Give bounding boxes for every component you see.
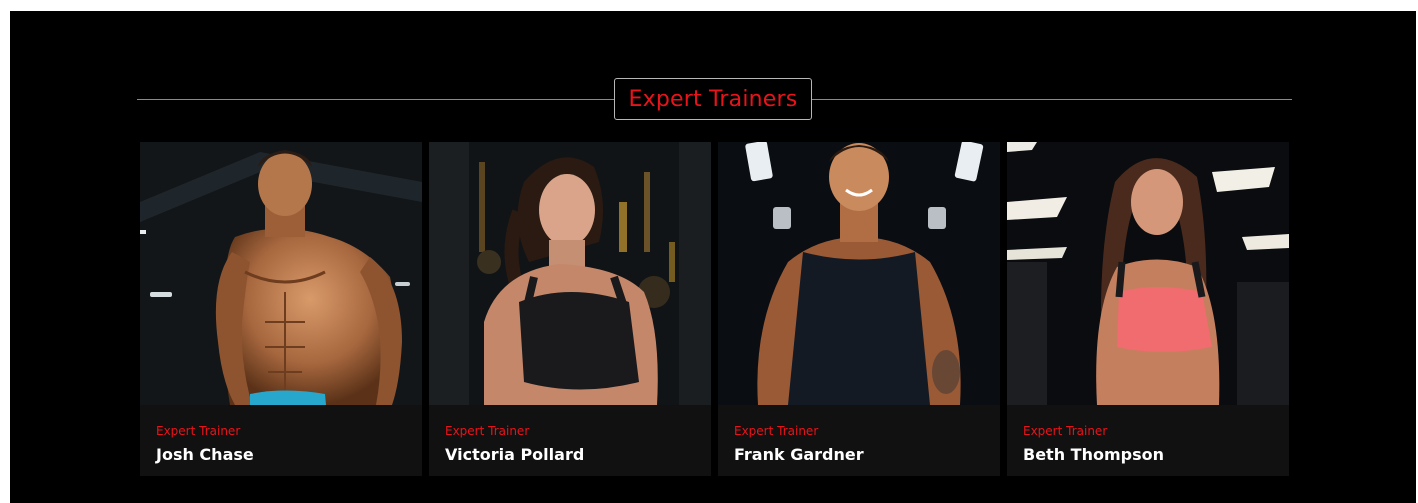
trainer-cards: Expert Trainer Josh Chase Expert Trainer… xyxy=(140,142,1290,476)
trainer-photo xyxy=(718,142,1000,405)
trainer-photo xyxy=(1007,142,1289,405)
trainer-info: Expert Trainer Frank Gardner xyxy=(718,405,1000,476)
trainer-name: Beth Thompson xyxy=(1023,445,1164,464)
trainer-info: Expert Trainer Victoria Pollard xyxy=(429,405,711,476)
trainer-role: Expert Trainer xyxy=(156,424,241,438)
trainer-photo xyxy=(140,142,422,405)
trainer-role: Expert Trainer xyxy=(734,424,819,438)
trainer-card-frank-gardner[interactable]: Expert Trainer Frank Gardner xyxy=(718,142,1000,476)
trainer-photo xyxy=(429,142,711,405)
trainer-role: Expert Trainer xyxy=(1023,424,1108,438)
trainer-card-victoria-pollard[interactable]: Expert Trainer Victoria Pollard xyxy=(429,142,711,476)
trainer-card-beth-thompson[interactable]: Expert Trainer Beth Thompson xyxy=(1007,142,1289,476)
trainer-info: Expert Trainer Beth Thompson xyxy=(1007,405,1289,476)
trainers-section: Expert Trainers Expert Trainer Josh Chas… xyxy=(10,11,1416,503)
trainer-name: Frank Gardner xyxy=(734,445,864,464)
trainer-name: Josh Chase xyxy=(156,445,254,464)
trainer-role: Expert Trainer xyxy=(445,424,530,438)
trainer-card-josh-chase[interactable]: Expert Trainer Josh Chase xyxy=(140,142,422,476)
section-header: Expert Trainers xyxy=(137,78,1292,122)
section-title: Expert Trainers xyxy=(614,78,812,120)
trainer-name: Victoria Pollard xyxy=(445,445,585,464)
trainer-info: Expert Trainer Josh Chase xyxy=(140,405,422,476)
